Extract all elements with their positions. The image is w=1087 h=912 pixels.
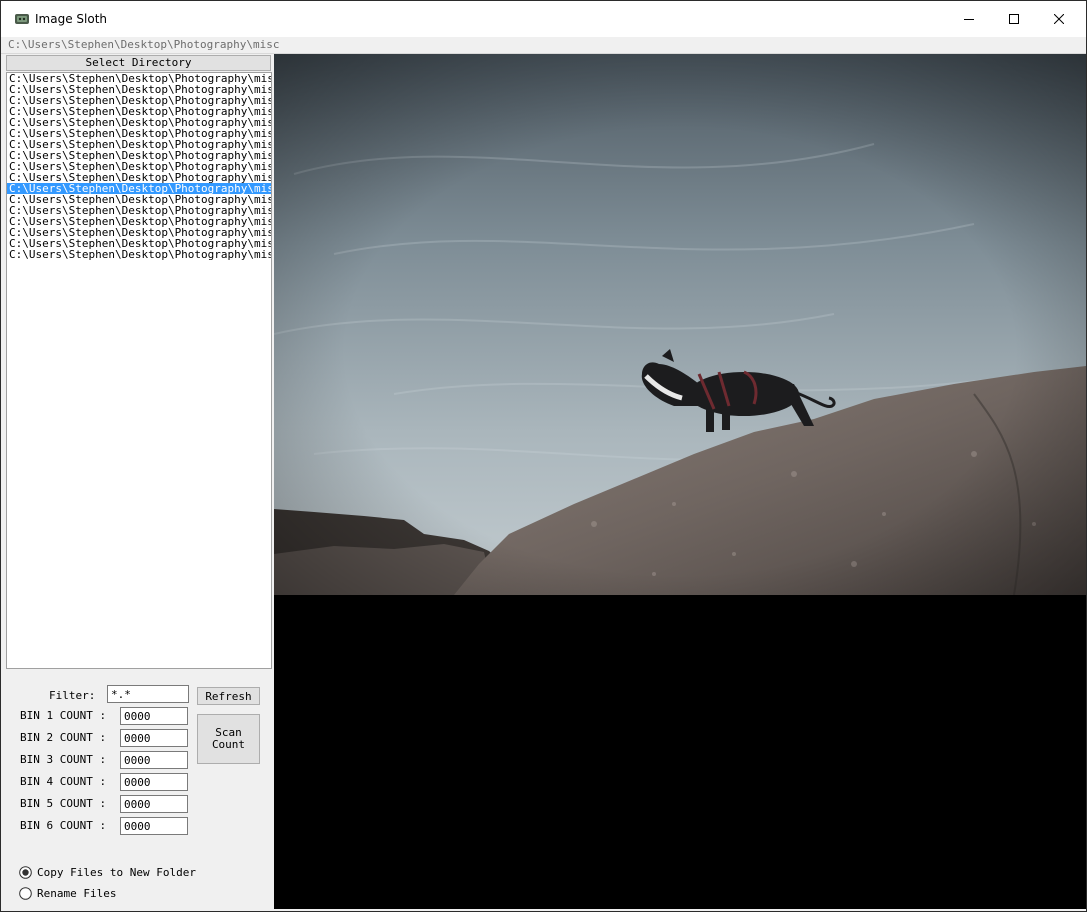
file-list-item[interactable]: C:\Users\Stephen\Desktop\Photography\mis…: [7, 238, 271, 249]
current-path-text: C:\Users\Stephen\Desktop\Photography\mis…: [8, 38, 280, 51]
window-title: Image Sloth: [35, 12, 107, 26]
file-list-item[interactable]: C:\Users\Stephen\Desktop\Photography\mis…: [7, 117, 271, 128]
minimize-icon: [964, 19, 974, 20]
file-list-item[interactable]: C:\Users\Stephen\Desktop\Photography\mis…: [7, 84, 271, 95]
file-list-item[interactable]: C:\Users\Stephen\Desktop\Photography\mis…: [7, 249, 271, 260]
file-list-item[interactable]: C:\Users\Stephen\Desktop\Photography\mis…: [7, 216, 271, 227]
file-list-item[interactable]: C:\Users\Stephen\Desktop\Photography\mis…: [7, 172, 271, 183]
bin-1-label: BIN 1 COUNT :: [20, 709, 107, 722]
bin-1-count-field[interactable]: [120, 707, 188, 725]
app-window: Image Sloth C:\Users\Stephen\Desktop\Pho…: [0, 0, 1087, 912]
bin-4-count-field[interactable]: [120, 773, 188, 791]
file-list-item[interactable]: C:\Users\Stephen\Desktop\Photography\mis…: [7, 183, 271, 194]
maximize-icon: [1009, 14, 1019, 24]
title-bar[interactable]: Image Sloth: [1, 1, 1086, 37]
bin-4-label: BIN 4 COUNT :: [20, 775, 107, 788]
rename-files-label: Rename Files: [37, 887, 117, 900]
scan-count-label-line2: Count: [211, 738, 246, 751]
bin-3-label: BIN 3 COUNT :: [20, 753, 107, 766]
file-list-item[interactable]: C:\Users\Stephen\Desktop\Photography\mis…: [7, 227, 271, 238]
filter-input[interactable]: [107, 685, 189, 703]
bin-2-label: BIN 2 COUNT :: [20, 731, 107, 744]
file-list-item[interactable]: C:\Users\Stephen\Desktop\Photography\mis…: [7, 205, 271, 216]
bin-6-label: BIN 6 COUNT :: [20, 819, 107, 832]
left-panel: Select Directory C:\Users\Stephen\Deskto…: [5, 54, 273, 909]
close-button[interactable]: [1036, 1, 1082, 37]
file-list-item[interactable]: C:\Users\Stephen\Desktop\Photography\mis…: [7, 194, 271, 205]
file-list[interactable]: C:\Users\Stephen\Desktop\Photography\mis…: [6, 72, 272, 669]
app-icon: [15, 14, 29, 24]
filter-label: Filter:: [49, 689, 96, 702]
file-list-item[interactable]: C:\Users\Stephen\Desktop\Photography\mis…: [7, 139, 271, 150]
minimize-button[interactable]: [946, 1, 992, 37]
bin-2-count-field[interactable]: [120, 729, 188, 747]
bin-5-label: BIN 5 COUNT :: [20, 797, 107, 810]
maximize-button[interactable]: [991, 1, 1037, 37]
select-directory-button[interactable]: Select Directory: [6, 55, 271, 71]
radio-unselected-icon[interactable]: [19, 887, 32, 900]
refresh-button[interactable]: Refresh: [197, 687, 260, 705]
file-list-item[interactable]: C:\Users\Stephen\Desktop\Photography\mis…: [7, 106, 271, 117]
current-path-bar: C:\Users\Stephen\Desktop\Photography\mis…: [1, 37, 1086, 54]
scan-count-button[interactable]: Scan Count: [197, 714, 260, 764]
file-list-item[interactable]: C:\Users\Stephen\Desktop\Photography\mis…: [7, 150, 271, 161]
file-list-item[interactable]: C:\Users\Stephen\Desktop\Photography\mis…: [7, 95, 271, 106]
close-icon: [1054, 14, 1064, 24]
photo-preview: [274, 54, 1086, 595]
copy-files-label: Copy Files to New Folder: [37, 866, 196, 879]
bin-5-count-field[interactable]: [120, 795, 188, 813]
image-viewer[interactable]: [274, 54, 1086, 909]
file-list-item[interactable]: C:\Users\Stephen\Desktop\Photography\mis…: [7, 161, 271, 172]
bin-6-count-field[interactable]: [120, 817, 188, 835]
file-list-item[interactable]: C:\Users\Stephen\Desktop\Photography\mis…: [7, 128, 271, 139]
bin-3-count-field[interactable]: [120, 751, 188, 769]
radio-selected-icon[interactable]: [19, 866, 32, 879]
file-list-item[interactable]: C:\Users\Stephen\Desktop\Photography\mis…: [7, 73, 271, 84]
